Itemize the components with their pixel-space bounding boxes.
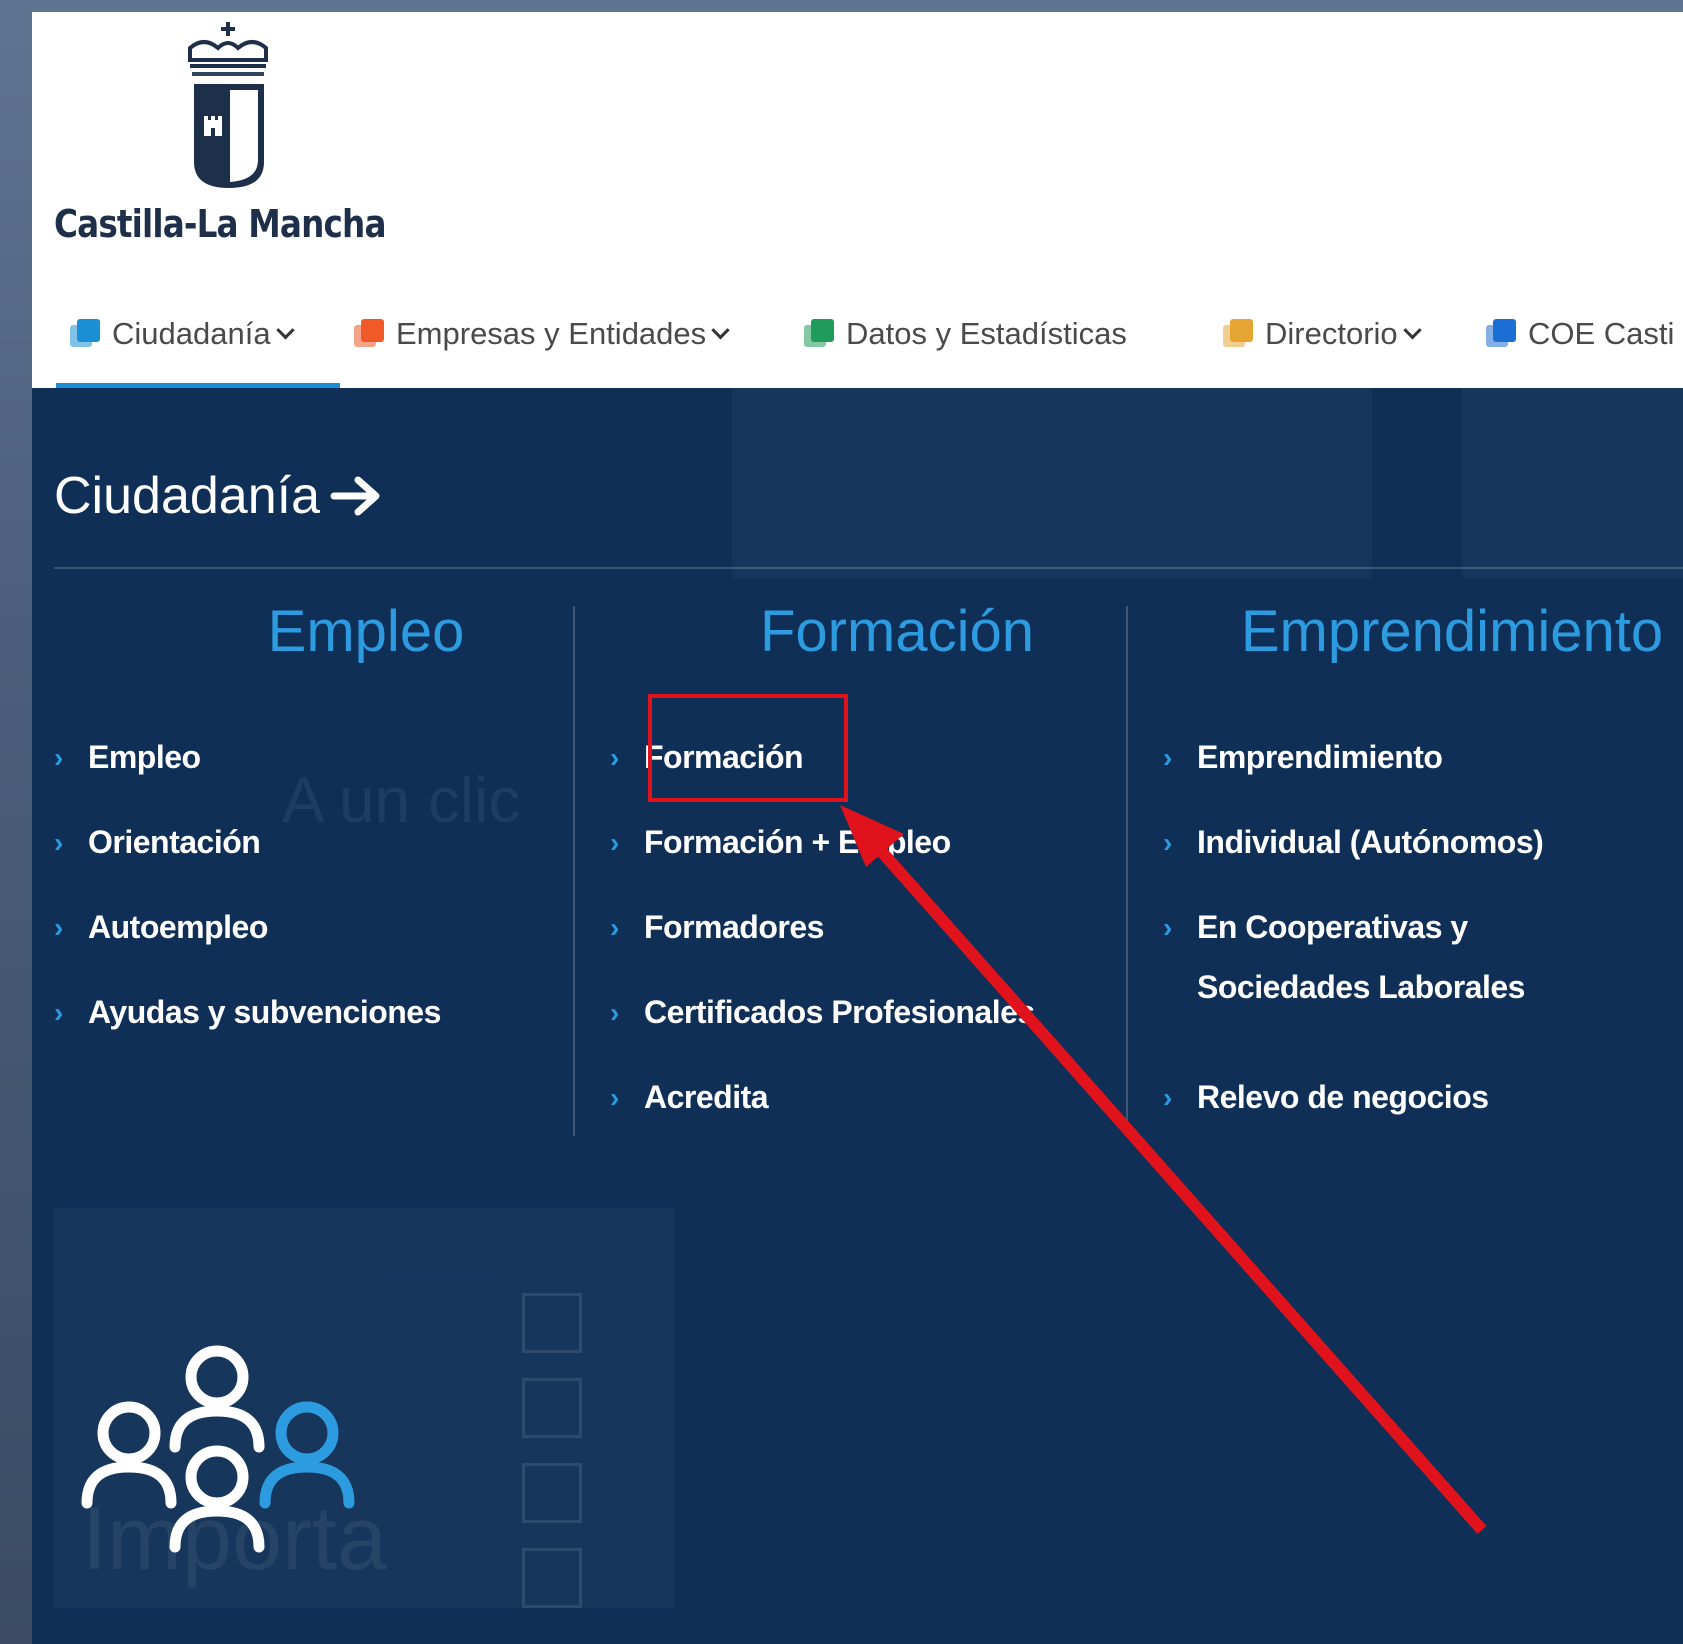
chevron-right-icon: › [610,912,619,943]
chevron-right-icon: › [610,1082,619,1113]
column-heading-formacion: Formación [760,599,1034,664]
chevron-right-icon: › [54,997,63,1028]
nav-item-directorio[interactable]: Directorio [1223,310,1422,358]
site-logo[interactable]: Castilla-La Mancha [54,20,414,250]
chevron-right-icon: › [1163,1082,1172,1113]
squares-icon [354,319,384,349]
nav-label: Ciudadanía [112,316,271,351]
chevron-right-icon: › [54,912,63,943]
chevron-right-icon: › [610,742,619,773]
menu-link-empleo[interactable]: › Empleo [54,739,201,787]
mega-menu-title[interactable]: Ciudadanía [54,466,386,526]
site-header: Castilla-La Mancha Ciudadanía Empresas y… [32,12,1683,388]
squares-icon [70,319,100,349]
nav-item-ciudadania[interactable]: Ciudadanía [70,310,295,358]
chevron-down-icon [275,320,295,339]
background-checkbox [522,1463,582,1523]
menu-link-orientacion[interactable]: › Orientación [54,824,261,872]
background-checkbox [522,1378,582,1438]
column-divider [1126,606,1128,1136]
menu-link-acredita[interactable]: › Acredita [610,1079,769,1127]
chevron-right-icon: › [1163,827,1172,858]
nav-label: Datos y Estadísticas [846,316,1127,351]
logo-wordmark: Castilla-La Mancha [54,202,386,246]
menu-link-autoempleo[interactable]: › Autoempleo [54,909,268,957]
nav-label: Directorio [1265,316,1398,351]
arrow-right-icon [330,476,380,516]
nav-item-coe[interactable]: COE Casti [1486,310,1674,358]
menu-link-formadores[interactable]: › Formadores [610,909,824,957]
column-divider [573,606,575,1136]
background-banner [732,388,1372,578]
people-group-icon [81,1345,355,1553]
chevron-right-icon: › [610,997,619,1028]
chevron-down-icon [711,320,730,339]
background-banner [1462,388,1683,578]
squares-icon [804,319,834,349]
title-divider [54,567,1683,569]
nav-label: COE Casti [1528,316,1675,351]
nav-item-empresas[interactable]: Empresas y Entidades [354,310,730,358]
squares-icon [1223,319,1253,349]
menu-link-ayudas[interactable]: › Ayudas y subvenciones [54,994,441,1042]
browser-viewport: Castilla-La Mancha Ciudadanía Empresas y… [32,12,1683,1644]
squares-icon [1486,319,1516,349]
menu-link-certificados[interactable]: › Certificados Profesionales [610,994,1035,1042]
mega-menu-title-text: Ciudadanía [54,467,320,525]
chevron-right-icon: › [1163,742,1172,773]
coat-of-arms-icon [188,22,268,188]
chevron-right-icon: › [54,827,63,858]
column-heading-empleo: Empleo [267,599,465,664]
chevron-down-icon [1402,320,1422,339]
column-heading-emprendimiento: Emprendimiento [1240,599,1664,664]
background-text: A un clic [282,764,521,836]
menu-link-formacion-empleo[interactable]: › Formación + Empleo [610,824,951,872]
chevron-right-icon: › [1163,912,1172,943]
menu-link-emprendimiento[interactable]: › Emprendimiento [1163,739,1443,787]
chevron-right-icon: › [54,742,63,773]
main-nav: Ciudadanía Empresas y Entidades Datos y … [32,282,1683,388]
background-checkbox [522,1293,582,1353]
nav-label: Empresas y Entidades [396,316,707,351]
menu-link-relevo[interactable]: › Relevo de negocios [1163,1079,1489,1127]
menu-link-formacion[interactable]: › Formación [610,739,804,787]
background-checkbox [522,1548,582,1608]
chevron-right-icon: › [610,827,619,858]
nav-item-datos[interactable]: Datos y Estadísticas [804,310,1127,358]
menu-link-cooperativas[interactable]: › En Cooperativas y Sociedades Laborales [1163,909,1583,1017]
menu-link-individual[interactable]: › Individual (Autónomos) [1163,824,1544,872]
